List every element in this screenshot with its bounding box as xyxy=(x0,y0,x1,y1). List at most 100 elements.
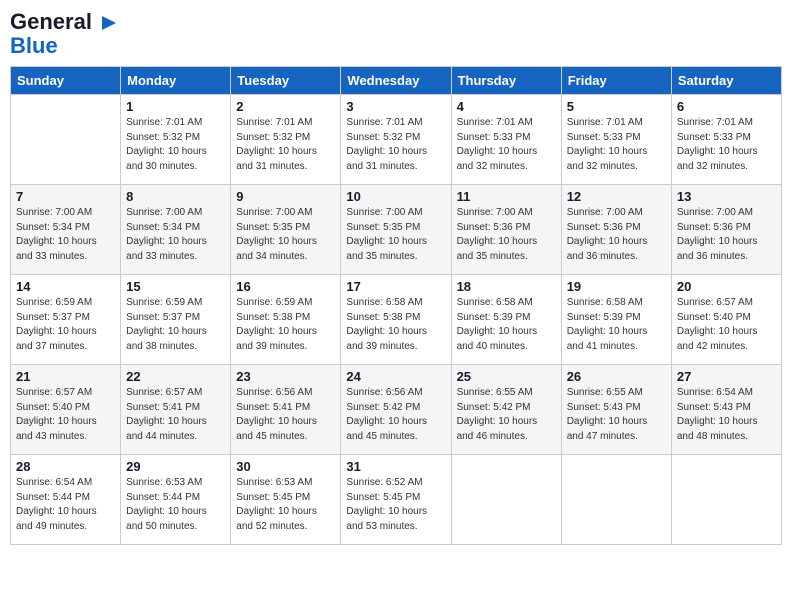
header-thursday: Thursday xyxy=(451,67,561,95)
calendar-cell: 1 Sunrise: 7:01 AM Sunset: 5:32 PM Daylig… xyxy=(121,95,231,185)
calendar-cell: 17 Sunrise: 6:58 AM Sunset: 5:38 PM Dayli… xyxy=(341,275,451,365)
calendar-table: SundayMondayTuesdayWednesdayThursdayFrid… xyxy=(10,66,782,545)
day-info: Sunrise: 6:53 AM Sunset: 5:45 PM Dayligh… xyxy=(236,476,335,534)
calendar-cell: 8 Sunrise: 7:00 AM Sunset: 5:34 PM Daylig… xyxy=(121,185,231,275)
day-number: 9 xyxy=(236,189,335,204)
day-info: Sunrise: 7:00 AM Sunset: 5:34 PM Dayligh… xyxy=(16,206,115,264)
day-info: Sunrise: 6:54 AM Sunset: 5:43 PM Dayligh… xyxy=(677,386,776,444)
day-info: Sunrise: 7:01 AM Sunset: 5:32 PM Dayligh… xyxy=(236,116,335,174)
day-info: Sunrise: 7:01 AM Sunset: 5:33 PM Dayligh… xyxy=(457,116,556,174)
day-info: Sunrise: 6:58 AM Sunset: 5:38 PM Dayligh… xyxy=(346,296,445,354)
day-number: 19 xyxy=(567,279,666,294)
day-number: 6 xyxy=(677,99,776,114)
day-info: Sunrise: 6:59 AM Sunset: 5:37 PM Dayligh… xyxy=(126,296,225,354)
calendar-cell: 9 Sunrise: 7:00 AM Sunset: 5:35 PM Daylig… xyxy=(231,185,341,275)
calendar-cell: 26Sunrise: 6:55 AM Sunset: 5:43 PM Dayli… xyxy=(561,365,671,455)
day-info: Sunrise: 7:00 AM Sunset: 5:36 PM Dayligh… xyxy=(567,206,666,264)
day-number: 3 xyxy=(346,99,445,114)
calendar-cell: 29Sunrise: 6:53 AM Sunset: 5:44 PM Dayli… xyxy=(121,455,231,545)
calendar-week-row: 21Sunrise: 6:57 AM Sunset: 5:40 PM Dayli… xyxy=(11,365,782,455)
calendar-cell: 15 Sunrise: 6:59 AM Sunset: 5:37 PM Dayli… xyxy=(121,275,231,365)
calendar-cell: 31 Sunrise: 6:52 AM Sunset: 5:45 PM Dayli… xyxy=(341,455,451,545)
day-number: 23 xyxy=(236,369,335,384)
calendar-cell: 4 Sunrise: 7:01 AM Sunset: 5:33 PM Daylig… xyxy=(451,95,561,185)
day-info: Sunrise: 7:00 AM Sunset: 5:35 PM Dayligh… xyxy=(346,206,445,264)
day-number: 29 xyxy=(126,459,225,474)
day-info: Sunrise: 7:01 AM Sunset: 5:32 PM Dayligh… xyxy=(346,116,445,174)
day-number: 27 xyxy=(677,369,776,384)
day-number: 14 xyxy=(16,279,115,294)
day-number: 1 xyxy=(126,99,225,114)
calendar-header-row: SundayMondayTuesdayWednesdayThursdayFrid… xyxy=(11,67,782,95)
day-info: Sunrise: 6:57 AM Sunset: 5:40 PM Dayligh… xyxy=(677,296,776,354)
day-info: Sunrise: 6:56 AM Sunset: 5:41 PM Dayligh… xyxy=(236,386,335,444)
calendar-cell: 10 Sunrise: 7:00 AM Sunset: 5:35 PM Dayli… xyxy=(341,185,451,275)
calendar-cell: 27 Sunrise: 6:54 AM Sunset: 5:43 PM Dayli… xyxy=(671,365,781,455)
calendar-cell: 22Sunrise: 6:57 AM Sunset: 5:41 PM Dayli… xyxy=(121,365,231,455)
day-info: Sunrise: 7:00 AM Sunset: 5:35 PM Dayligh… xyxy=(236,206,335,264)
day-info: Sunrise: 6:54 AM Sunset: 5:44 PM Dayligh… xyxy=(16,476,115,534)
calendar-cell xyxy=(561,455,671,545)
logo-blue: Blue xyxy=(10,33,58,58)
day-info: Sunrise: 7:01 AM Sunset: 5:33 PM Dayligh… xyxy=(677,116,776,174)
day-info: Sunrise: 6:56 AM Sunset: 5:42 PM Dayligh… xyxy=(346,386,445,444)
calendar-cell xyxy=(11,95,121,185)
day-info: Sunrise: 6:59 AM Sunset: 5:38 PM Dayligh… xyxy=(236,296,335,354)
calendar-cell: 5Sunrise: 7:01 AM Sunset: 5:33 PM Daylig… xyxy=(561,95,671,185)
day-number: 15 xyxy=(126,279,225,294)
calendar-cell: 28 Sunrise: 6:54 AM Sunset: 5:44 PM Dayli… xyxy=(11,455,121,545)
day-number: 11 xyxy=(457,189,556,204)
calendar-cell xyxy=(671,455,781,545)
calendar-cell: 14 Sunrise: 6:59 AM Sunset: 5:37 PM Dayli… xyxy=(11,275,121,365)
calendar-week-row: 7 Sunrise: 7:00 AM Sunset: 5:34 PM Daylig… xyxy=(11,185,782,275)
calendar-cell: 21Sunrise: 6:57 AM Sunset: 5:40 PM Dayli… xyxy=(11,365,121,455)
calendar-cell: 18 Sunrise: 6:58 AM Sunset: 5:39 PM Dayli… xyxy=(451,275,561,365)
header-tuesday: Tuesday xyxy=(231,67,341,95)
calendar-cell: 12 Sunrise: 7:00 AM Sunset: 5:36 PM Dayli… xyxy=(561,185,671,275)
header-sunday: Sunday xyxy=(11,67,121,95)
logo-general: General xyxy=(10,10,118,34)
day-number: 25 xyxy=(457,369,556,384)
calendar-cell: 19 Sunrise: 6:58 AM Sunset: 5:39 PM Dayli… xyxy=(561,275,671,365)
calendar-cell: 3 Sunrise: 7:01 AM Sunset: 5:32 PM Daylig… xyxy=(341,95,451,185)
day-info: Sunrise: 6:58 AM Sunset: 5:39 PM Dayligh… xyxy=(457,296,556,354)
day-number: 21 xyxy=(16,369,115,384)
day-number: 30 xyxy=(236,459,335,474)
day-info: Sunrise: 7:00 AM Sunset: 5:36 PM Dayligh… xyxy=(457,206,556,264)
day-number: 7 xyxy=(16,189,115,204)
day-number: 13 xyxy=(677,189,776,204)
day-number: 20 xyxy=(677,279,776,294)
header-monday: Monday xyxy=(121,67,231,95)
day-info: Sunrise: 7:01 AM Sunset: 5:32 PM Dayligh… xyxy=(126,116,225,174)
day-info: Sunrise: 6:59 AM Sunset: 5:37 PM Dayligh… xyxy=(16,296,115,354)
calendar-cell: 11 Sunrise: 7:00 AM Sunset: 5:36 PM Dayli… xyxy=(451,185,561,275)
calendar-cell xyxy=(451,455,561,545)
calendar-week-row: 28 Sunrise: 6:54 AM Sunset: 5:44 PM Dayli… xyxy=(11,455,782,545)
logo-arrow-icon xyxy=(100,14,118,32)
logo: General Blue xyxy=(10,10,118,58)
header-wednesday: Wednesday xyxy=(341,67,451,95)
calendar-cell: 30 Sunrise: 6:53 AM Sunset: 5:45 PM Dayli… xyxy=(231,455,341,545)
header-saturday: Saturday xyxy=(671,67,781,95)
calendar-cell: 16Sunrise: 6:59 AM Sunset: 5:38 PM Dayli… xyxy=(231,275,341,365)
day-info: Sunrise: 7:00 AM Sunset: 5:36 PM Dayligh… xyxy=(677,206,776,264)
day-number: 26 xyxy=(567,369,666,384)
day-number: 8 xyxy=(126,189,225,204)
calendar-cell: 7 Sunrise: 7:00 AM Sunset: 5:34 PM Daylig… xyxy=(11,185,121,275)
day-number: 10 xyxy=(346,189,445,204)
day-info: Sunrise: 6:52 AM Sunset: 5:45 PM Dayligh… xyxy=(346,476,445,534)
calendar-week-row: 1 Sunrise: 7:01 AM Sunset: 5:32 PM Daylig… xyxy=(11,95,782,185)
day-number: 22 xyxy=(126,369,225,384)
day-number: 31 xyxy=(346,459,445,474)
calendar-cell: 6 Sunrise: 7:01 AM Sunset: 5:33 PM Daylig… xyxy=(671,95,781,185)
day-info: Sunrise: 6:55 AM Sunset: 5:42 PM Dayligh… xyxy=(457,386,556,444)
day-number: 18 xyxy=(457,279,556,294)
day-number: 4 xyxy=(457,99,556,114)
day-number: 12 xyxy=(567,189,666,204)
day-info: Sunrise: 7:00 AM Sunset: 5:34 PM Dayligh… xyxy=(126,206,225,264)
day-number: 28 xyxy=(16,459,115,474)
day-number: 17 xyxy=(346,279,445,294)
page-header: General Blue xyxy=(10,10,782,58)
day-info: Sunrise: 6:58 AM Sunset: 5:39 PM Dayligh… xyxy=(567,296,666,354)
calendar-cell: 2Sunrise: 7:01 AM Sunset: 5:32 PM Daylig… xyxy=(231,95,341,185)
